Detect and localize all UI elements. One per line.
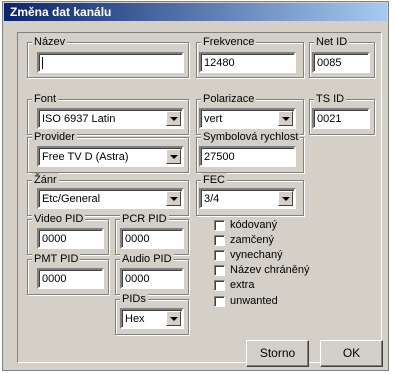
provider-select[interactable]: Free TV D (Astra) <box>37 146 184 167</box>
ts-id-label: TS ID <box>314 92 347 106</box>
pids-select[interactable]: Hex <box>120 308 184 329</box>
audio-pid-label: Audio PID <box>120 252 174 266</box>
video-pid-label: Video PID <box>32 212 86 226</box>
checkbox-label: vynechaný <box>230 249 283 261</box>
form-panel: Název Frekvence 12480 Net ID 0085 Font I… <box>17 32 383 367</box>
zanr-value: Etc/General <box>42 193 101 205</box>
fec-select[interactable]: 3/4 <box>199 188 296 209</box>
frekvence-input[interactable]: 12480 <box>199 52 296 73</box>
net-id-label: Net ID <box>314 35 350 49</box>
audio-pid-input[interactable]: 0000 <box>120 268 184 289</box>
zanr-select[interactable]: Etc/General <box>37 188 184 209</box>
chevron-down-icon[interactable] <box>278 111 293 126</box>
cancel-button[interactable]: Storno <box>246 340 309 367</box>
checkbox-label: Název chráněný <box>230 264 310 276</box>
zanr-label: Žánr <box>32 173 59 187</box>
checkbox-label: unwanted <box>230 295 278 307</box>
chevron-down-icon[interactable] <box>166 191 181 206</box>
fec-value: 3/4 <box>204 193 220 205</box>
chevron-down-icon[interactable] <box>166 111 181 126</box>
dialog-title: Změna dat kanálu <box>10 5 112 19</box>
symbolova-rychlost-input[interactable]: 27500 <box>199 146 296 167</box>
pmt-pid-input[interactable]: 0000 <box>37 268 104 289</box>
font-select[interactable]: ISO 6937 Latin <box>37 108 184 129</box>
ts-id-input[interactable]: 0021 <box>312 108 370 129</box>
checkbox-box[interactable] <box>214 280 225 291</box>
text-caret <box>42 57 43 70</box>
checkbox-label: extra <box>230 279 255 291</box>
net-id-input[interactable]: 0085 <box>312 52 370 73</box>
checkbox-box[interactable] <box>214 235 225 246</box>
frekvence-label: Frekvence <box>201 35 257 49</box>
fec-label: FEC <box>201 173 227 187</box>
nazev-label: Název <box>32 35 68 49</box>
checkbox-box[interactable] <box>214 220 225 231</box>
font-label: Font <box>32 92 59 106</box>
polarizace-label: Polarizace <box>201 92 257 106</box>
checkbox-box[interactable] <box>214 250 225 261</box>
checkbox-label: zamčený <box>230 234 275 246</box>
pcr-pid-label: PCR PID <box>120 212 169 226</box>
checkbox-box[interactable] <box>214 265 225 276</box>
pmt-pid-label: PMT PID <box>32 252 81 266</box>
provider-label: Provider <box>32 130 77 144</box>
font-value: ISO 6937 Latin <box>42 113 116 125</box>
chevron-down-icon[interactable] <box>278 191 293 206</box>
chevron-down-icon[interactable] <box>166 311 181 326</box>
checkbox-box[interactable] <box>214 296 225 307</box>
pids-label: PIDs <box>120 292 148 306</box>
video-pid-input[interactable]: 0000 <box>37 228 104 249</box>
title-bar[interactable]: Změna dat kanálu <box>4 3 387 21</box>
nazev-input[interactable] <box>37 52 184 73</box>
polarizace-select[interactable]: vert <box>199 108 296 129</box>
symbolova-rychlost-label: Symbolová rychlost <box>201 130 301 144</box>
provider-value: Free TV D (Astra) <box>42 151 129 163</box>
checkbox-label: kódovaný <box>230 219 278 231</box>
pids-value: Hex <box>125 313 145 325</box>
dialog-window: Změna dat kanálu Název Frekvence 12480 N… <box>2 1 389 371</box>
chevron-down-icon[interactable] <box>166 149 181 164</box>
polarizace-value: vert <box>204 113 223 125</box>
pcr-pid-input[interactable]: 0000 <box>120 228 184 249</box>
ok-button[interactable]: OK <box>320 340 383 367</box>
